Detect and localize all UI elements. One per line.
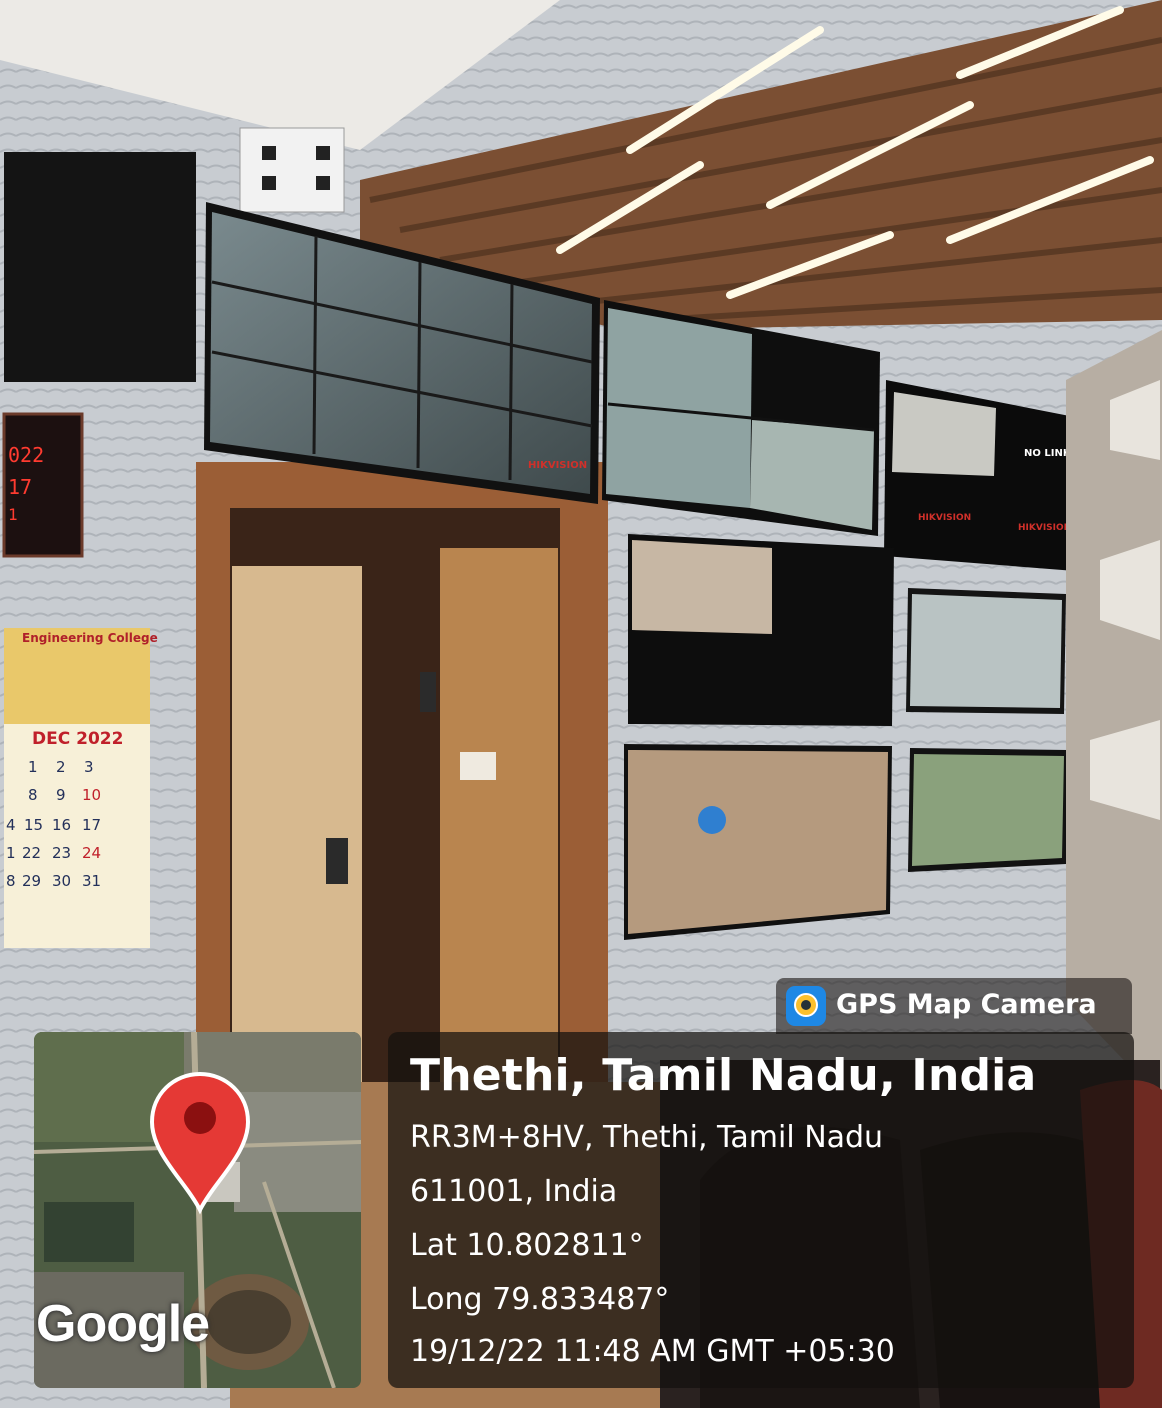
- cal-day: 3: [84, 758, 94, 776]
- monitor-5-screen: [910, 594, 1062, 708]
- door-handle: [326, 838, 348, 884]
- timestamp: 19/12/22 11:48 AM GMT +05:30: [410, 1334, 895, 1369]
- cal-day: 1: [28, 758, 38, 776]
- door-panel-left: [232, 566, 362, 1082]
- restroom-sign: [420, 672, 436, 712]
- clock-line-1: 022: [8, 443, 44, 467]
- cal-day: 30: [52, 872, 71, 890]
- cal-day: 10: [82, 786, 101, 804]
- monitor-2-feeds: [606, 308, 752, 508]
- monitor-brand: HIKVISION: [918, 513, 971, 523]
- brand-label: GPS Map Camera: [836, 989, 1097, 1020]
- google-logo: Google: [36, 1295, 210, 1353]
- cal-day: 15: [24, 816, 43, 834]
- longitude: Long 79.833487°: [410, 1282, 670, 1317]
- cal-day: 29: [22, 872, 41, 890]
- location-overlay: Thethi, Tamil Nadu, India RR3M+8HV, Thet…: [388, 1032, 1134, 1388]
- cal-day: 23: [52, 844, 71, 862]
- address-line-2: 611001, India: [410, 1174, 618, 1209]
- cal-day: 8: [28, 786, 38, 804]
- monitor-brand: HIKVISION: [1018, 523, 1071, 533]
- cal-day: 31: [82, 872, 101, 890]
- cal-day: 16: [52, 816, 71, 834]
- no-link-label: NO LINK: [1024, 448, 1072, 459]
- cal-day: 22: [22, 844, 41, 862]
- door-panel-right: [440, 548, 558, 1082]
- latitude: Lat 10.802811°: [410, 1228, 644, 1263]
- address-line-1: RR3M+8HV, Thethi, Tamil Nadu: [410, 1120, 884, 1155]
- switchboard: [239, 127, 345, 213]
- clock-line-2: 17: [8, 475, 32, 499]
- cal-day: 2: [56, 758, 66, 776]
- cal-day: 1: [6, 844, 16, 862]
- cal-day: 4: [6, 816, 16, 834]
- cal-day: 8: [6, 872, 16, 890]
- calendar-month: DEC 2022: [32, 729, 123, 749]
- person-in-feed: [698, 806, 726, 834]
- camera-app-icon: [786, 986, 826, 1026]
- calendar-header: Engineering College: [22, 631, 158, 645]
- monitor-brand: HIKVISION: [528, 460, 587, 471]
- cal-day: 9: [56, 786, 66, 804]
- monitor-6-screen: [628, 750, 888, 934]
- cal-day: 24: [82, 844, 101, 862]
- monitor-4-feed: [632, 540, 772, 634]
- light-switch: [460, 752, 496, 780]
- place-title: Thethi, Tamil Nadu, India: [410, 1050, 1037, 1101]
- clock-line-3: 1: [8, 505, 18, 524]
- gps-map-camera-tag: GPS Map Camera: [776, 978, 1132, 1034]
- map-thumbnail: Google: [34, 1032, 361, 1388]
- monitor-7-screen: [912, 754, 1064, 866]
- cal-day: 17: [82, 816, 101, 834]
- left-monitor: [4, 152, 196, 382]
